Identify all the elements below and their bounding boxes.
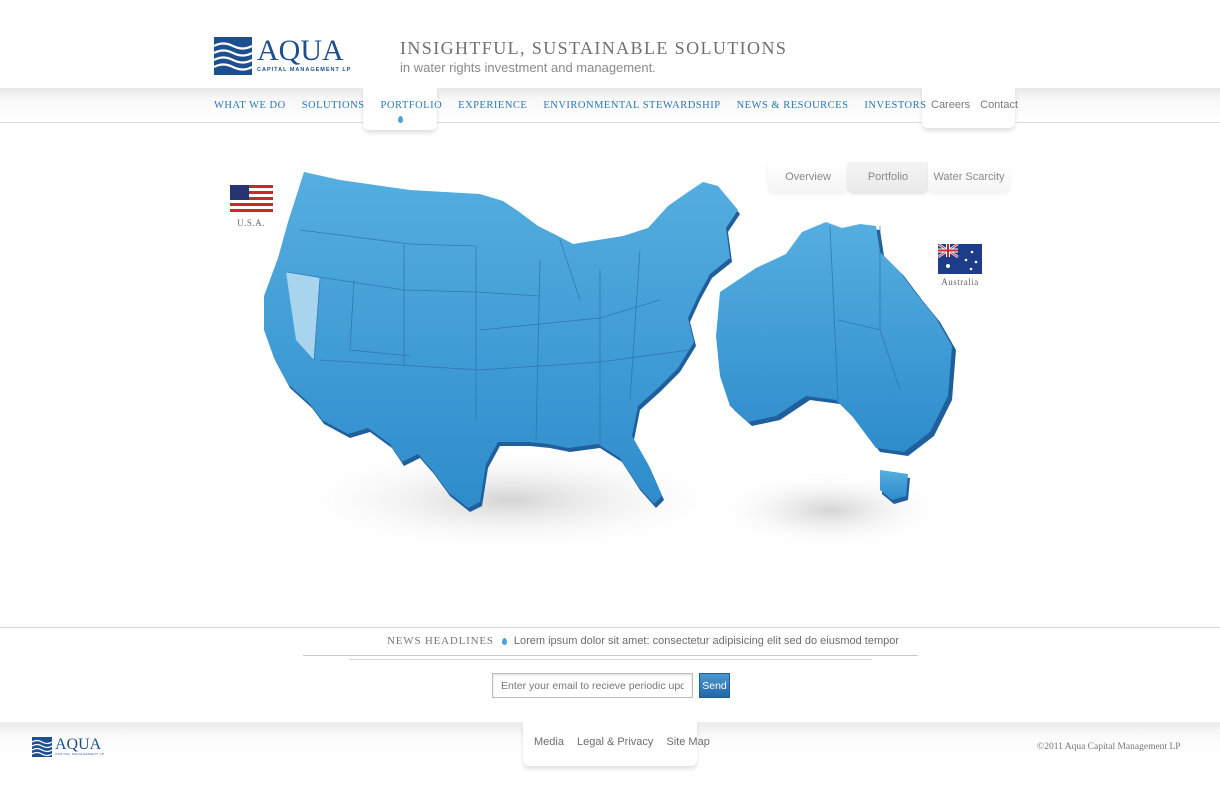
usa-flag-label: U.S.A. xyxy=(237,218,265,228)
footer-wave-logo-icon xyxy=(32,737,52,757)
footer-logo[interactable]: AQUA CAPITAL MANAGEMENT LP xyxy=(32,737,104,757)
news-rule-inner xyxy=(349,659,872,660)
footer-links: Media Legal & Privacy Site Map xyxy=(534,736,723,748)
australia-map[interactable] xyxy=(716,222,956,504)
australia-flag-label: Australia xyxy=(941,277,979,287)
droplet-icon xyxy=(501,637,507,645)
footer-logo-subtitle: CAPITAL MANAGEMENT LP xyxy=(55,752,105,756)
news-rule xyxy=(303,655,918,656)
australia-flag-icon[interactable] xyxy=(937,242,982,274)
usa-map-shadow xyxy=(280,445,740,555)
footer-link-site-map[interactable]: Site Map xyxy=(666,736,709,748)
footer-logo-wordmark: AQUA xyxy=(55,736,102,753)
news-headline-link[interactable]: Lorem ipsum dolor sit amet: consectetur … xyxy=(514,635,899,647)
news-divider xyxy=(0,627,1220,628)
usa-flag-icon[interactable] xyxy=(230,185,273,215)
email-field[interactable] xyxy=(492,673,693,698)
news-label: NEWS HEADLINES xyxy=(387,635,494,647)
portfolio-map xyxy=(230,172,982,555)
copyright-text: ©2011 Aqua Capital Management LP xyxy=(1037,742,1181,752)
footer-link-media[interactable]: Media xyxy=(534,736,564,748)
australia-flag-link[interactable]: Australia xyxy=(934,275,986,287)
news-ticker: NEWS HEADLINES Lorem ipsum dolor sit ame… xyxy=(387,635,899,647)
send-button[interactable]: Send xyxy=(699,673,730,698)
usa-flag-link[interactable]: U.S.A. xyxy=(228,216,274,228)
australia-map-shadow xyxy=(710,470,950,550)
footer-link-legal-privacy[interactable]: Legal & Privacy xyxy=(577,736,653,748)
